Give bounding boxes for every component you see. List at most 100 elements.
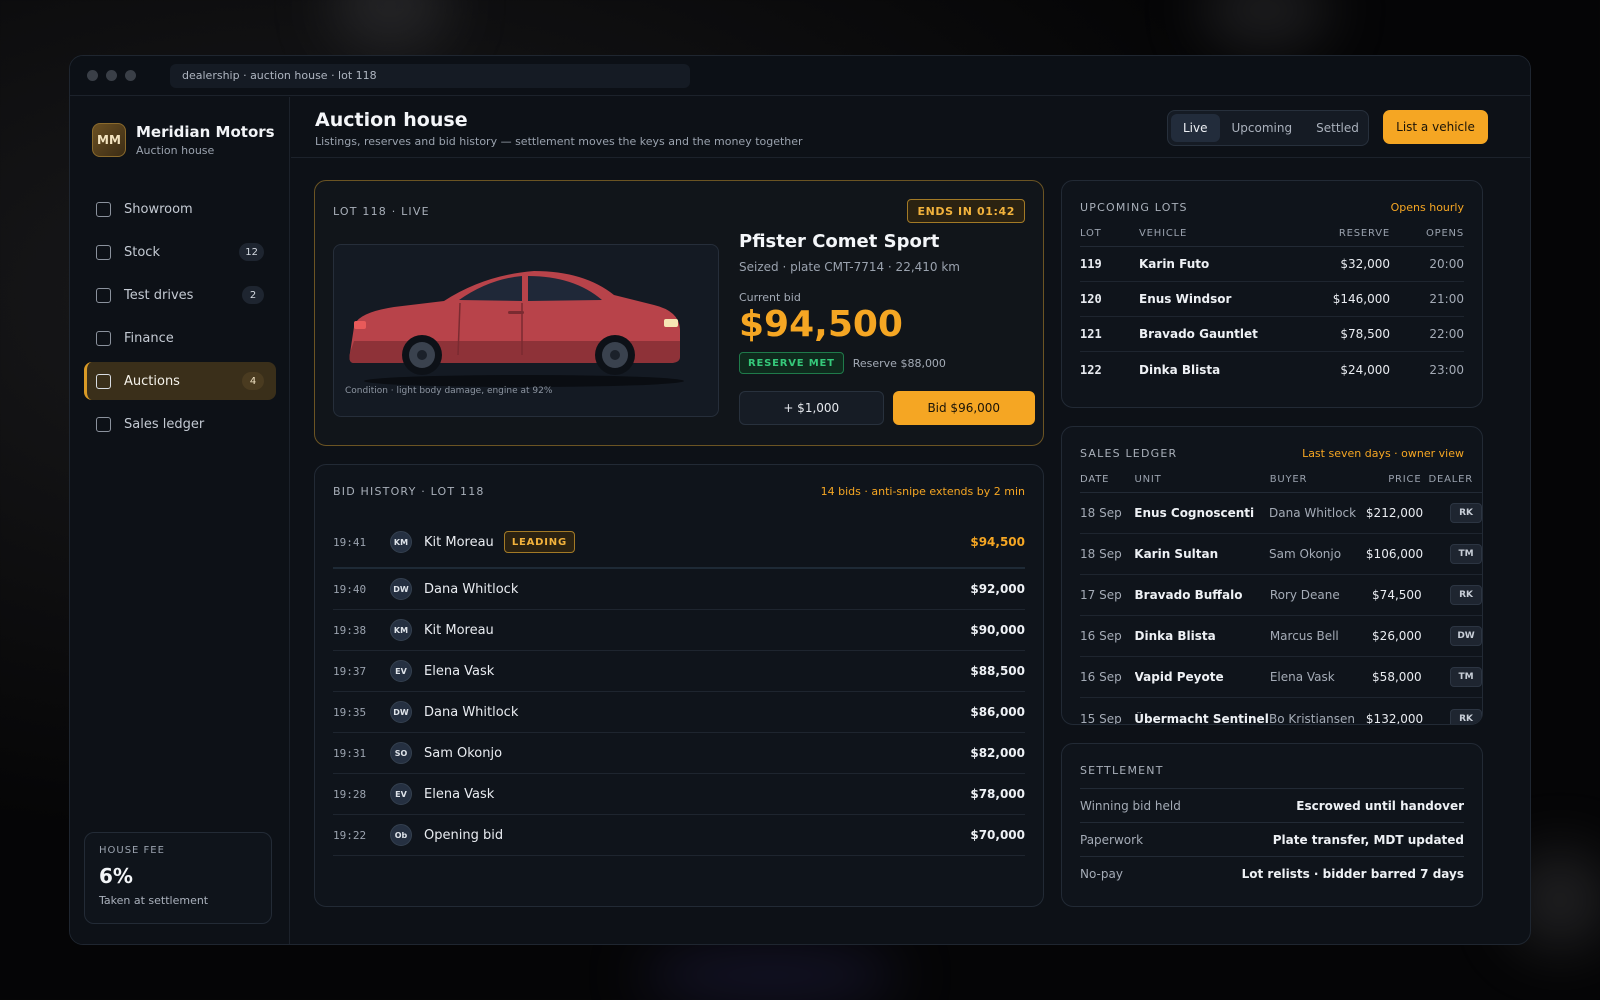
column-vehicle: VEHICLE — [1139, 228, 1188, 239]
ends-timer-badge: ENDS IN 01:42 — [907, 199, 1025, 223]
sales-row[interactable]: 16 Sep Vapid Peyote Elena Vask $58,000 TM — [1080, 657, 1482, 698]
window-close-dot[interactable] — [87, 70, 98, 81]
sale-dealer: DW — [1422, 626, 1482, 646]
dealer-tag: RK — [1450, 708, 1482, 724]
bidder-avatar: KM — [390, 619, 412, 641]
opens-time: 22:00 — [1429, 327, 1464, 341]
sales-row[interactable]: 18 Sep Karin Sultan Sam Okonjo $106,000 TM — [1080, 534, 1482, 575]
lot-number: 122 — [1080, 362, 1102, 377]
bidder-name: Kit Moreau — [424, 534, 494, 550]
settlement-value: Escrowed until handover — [1296, 798, 1464, 813]
upcoming-lots-table: LOT VEHICLE RESERVE OPENS 119 Karin Futo $… — [1080, 221, 1464, 387]
sales-row[interactable]: 18 Sep Enus Cognoscenti Dana Whitlock $212,… — [1080, 493, 1482, 534]
status-tabs: Live Upcoming Settled — [1167, 110, 1369, 146]
bidder-name: Sam Okonjo — [424, 745, 503, 761]
reserve-price: $146,000 — [1332, 292, 1390, 306]
bid-row: 19:31 SO Sam Okonjo $82,000 — [333, 733, 1025, 774]
sale-unit: Karin Sultan — [1134, 547, 1219, 561]
page-subtitle: Listings, reserves and bid history — set… — [315, 135, 803, 148]
bid-time: 19:37 — [333, 664, 367, 678]
reserve-met-badge: RESERVE MET — [739, 352, 844, 374]
dealer-tag: RK — [1450, 585, 1482, 605]
sale-buyer: Rory Deane — [1269, 588, 1340, 602]
brand-name: Meridian Motors — [136, 123, 275, 141]
dealer-tag: RK — [1450, 503, 1482, 523]
sale-date: 16 Sep — [1080, 670, 1122, 684]
car-name: Pfister Comet Sport — [739, 231, 940, 252]
bid-amount: $94,500 — [970, 535, 1025, 549]
current-bid-value: $94,500 — [739, 304, 903, 345]
column-reserve: RESERVE — [1338, 228, 1390, 239]
sale-dealer: RK — [1422, 708, 1482, 724]
sidebar-item-label: Sales ledger — [124, 416, 205, 432]
upcoming-lot-row[interactable]: 121 Bravado Gauntlet $78,500 22:00 — [1080, 317, 1464, 352]
sidebar-nav: Showroom Stock 12 Test drives 2 Finance Auctio… — [84, 190, 276, 448]
bidder-name: Elena Vask — [424, 663, 495, 679]
background-blur — [640, 945, 900, 1000]
sidebar-item-showroom[interactable]: Showroom — [84, 190, 276, 228]
tab-settled[interactable]: Settled — [1304, 114, 1371, 142]
bid-history-card: BID HISTORY · LOT 118 14 bids · anti-sni… — [314, 464, 1044, 907]
bid-history-label: BID HISTORY · LOT 118 — [333, 485, 485, 498]
bidder-name: Dana Whitlock — [424, 704, 519, 720]
sale-unit: Enus Cognoscenti — [1134, 506, 1255, 520]
sidebar-item-auctions[interactable]: Auctions 4 — [84, 362, 276, 400]
checkbox-icon — [96, 373, 111, 389]
sale-date: 18 Sep — [1080, 506, 1122, 520]
sales-row[interactable]: 16 Sep Dinka Blista Marcus Bell $26,000 DW — [1080, 616, 1482, 657]
window-maximize-dot[interactable] — [125, 70, 136, 81]
sales-row[interactable]: 17 Sep Bravado Buffalo Rory Deane $74,500 RK — [1080, 575, 1482, 616]
house-fee-value: 6% — [99, 864, 133, 888]
opens-time: 20:00 — [1429, 257, 1464, 271]
brand: MM Meridian Motors Auction house — [92, 123, 275, 157]
bid-amount: $92,000 — [970, 582, 1025, 596]
sidebar-item-stock[interactable]: Stock 12 — [84, 233, 276, 271]
upcoming-lot-row[interactable]: 122 Dinka Blista $24,000 23:00 — [1080, 352, 1464, 387]
address-bar[interactable]: dealership · auction house · lot 118 — [170, 63, 690, 88]
sale-unit: Dinka Blista — [1134, 629, 1216, 643]
column-date: DATE — [1080, 474, 1110, 485]
sidebar-item-label: Finance — [124, 330, 174, 346]
table-header: DATE UNIT BUYER PRICE DEALER — [1080, 467, 1482, 493]
sale-dealer: TM — [1422, 667, 1482, 687]
sales-row[interactable]: 15 Sep Übermacht Sentinel Bo Kristiansen $1… — [1080, 698, 1482, 724]
bid-row: 19:35 DW Dana Whitlock $86,000 — [333, 692, 1025, 733]
window-minimize-dot[interactable] — [106, 70, 117, 81]
dealer-tag: DW — [1450, 626, 1482, 646]
leading-badge: LEADING — [503, 531, 575, 553]
bidder-avatar: SO — [390, 742, 412, 764]
bid-amount: $90,000 — [970, 623, 1025, 637]
sale-price: $212,000 — [1365, 506, 1424, 520]
sale-dealer: RK — [1422, 503, 1482, 523]
current-bid-label: Current bid — [739, 291, 801, 304]
settlement-label: SETTLEMENT — [1080, 764, 1164, 777]
settlement-value: Lot relists · bidder barred 7 days — [1241, 866, 1464, 881]
sidebar-item-sales-ledger[interactable]: Sales ledger — [84, 405, 276, 443]
tab-upcoming[interactable]: Upcoming — [1220, 114, 1305, 142]
bidder-avatar: EV — [390, 783, 412, 805]
sidebar-item-label: Auctions — [124, 373, 180, 389]
sales-ledger-table: DATE UNIT BUYER PRICE DEALER 18 Sep Enus … — [1080, 467, 1482, 724]
background-blur — [1200, 0, 1330, 50]
list-vehicle-button[interactable]: List a vehicle — [1383, 110, 1488, 144]
sales-ledger-card: SALES LEDGER Last seven days · owner vie… — [1061, 426, 1483, 725]
upcoming-lot-row[interactable]: 120 Enus Windsor $146,000 21:00 — [1080, 282, 1464, 317]
house-fee-subtitle: Taken at settlement — [99, 894, 209, 907]
place-bid-button[interactable]: Bid $96,000 — [892, 391, 1035, 425]
upcoming-lots-note: Opens hourly — [1390, 201, 1464, 214]
settlement-row: Paperwork Plate transfer, MDT updated — [1080, 822, 1464, 856]
opens-time: 21:00 — [1429, 292, 1464, 306]
bid-amount: $70,000 — [970, 828, 1025, 842]
upcoming-lot-row[interactable]: 119 Karin Futo $32,000 20:00 — [1080, 247, 1464, 282]
sidebar-item-finance[interactable]: Finance — [84, 319, 276, 357]
sidebar-item-test-drives[interactable]: Test drives 2 — [84, 276, 276, 314]
increment-bid-button[interactable]: + $1,000 — [739, 391, 884, 425]
upcoming-lots-label: UPCOMING LOTS — [1080, 201, 1188, 214]
reserve-amount: Reserve $88,000 — [852, 356, 946, 370]
checkbox-icon — [96, 416, 111, 432]
bid-row: 19:41 KM Kit Moreau LEADING $94,500 — [333, 517, 1025, 569]
dealer-tag: TM — [1450, 544, 1482, 564]
settlement-key: No-pay — [1080, 866, 1123, 881]
tab-live[interactable]: Live — [1171, 114, 1220, 142]
checkbox-icon — [96, 244, 111, 260]
